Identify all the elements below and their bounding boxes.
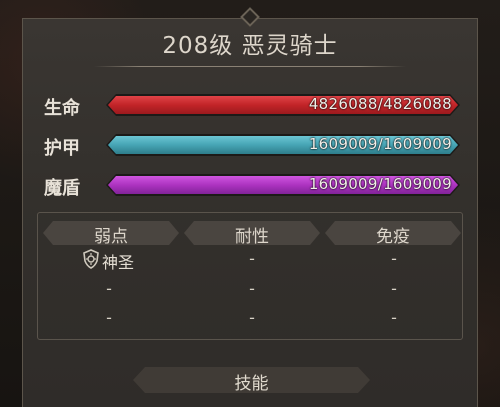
armor-value: 1609009/1609009	[308, 135, 452, 153]
immunity-row2: -	[391, 279, 397, 298]
weakness-row3: -	[106, 308, 112, 327]
armor-bar: 1609009/1609009	[108, 136, 458, 154]
weakness-row2: -	[106, 279, 112, 298]
barrier-bar: 1609009/1609009	[108, 176, 458, 194]
holy-shield-icon	[80, 248, 102, 270]
resistance-row1: -	[249, 249, 255, 268]
hp-bar: 4826088/4826088	[108, 96, 458, 114]
resistance-header: 耐性	[235, 227, 269, 247]
barrier-value: 1609009/1609009	[308, 175, 452, 193]
immunity-row1: -	[391, 249, 397, 268]
skills-button-label[interactable]: 技能	[133, 369, 370, 394]
armor-label: 护甲	[44, 138, 80, 159]
hp-value: 4826088/4826088	[308, 95, 452, 113]
resistance-row3: -	[249, 308, 255, 327]
enemy-title: 208级 恶灵骑士	[162, 33, 338, 59]
immunity-header: 免疫	[376, 227, 410, 247]
hp-label: 生命	[44, 98, 80, 119]
weakness-holy: 神圣	[102, 253, 135, 272]
title-divider	[94, 66, 406, 67]
immunity-row3: -	[391, 308, 397, 327]
barrier-label: 魔盾	[44, 178, 80, 199]
resistance-row2: -	[249, 279, 255, 298]
weakness-header: 弱点	[94, 227, 128, 247]
